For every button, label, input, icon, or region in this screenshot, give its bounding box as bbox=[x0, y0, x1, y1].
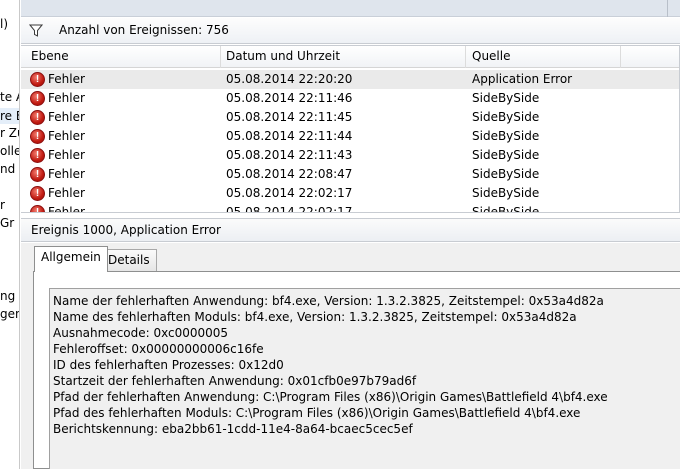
event-datetime: 05.08.2014 22:11:46 bbox=[226, 91, 353, 105]
event-row[interactable]: ! Fehler 05.08.2014 22:02:17 SideBySide bbox=[21, 203, 679, 213]
event-level: Fehler bbox=[48, 110, 85, 124]
column-divider[interactable] bbox=[220, 46, 221, 68]
event-source: Application Error bbox=[472, 72, 573, 86]
event-source: SideBySide bbox=[472, 110, 540, 124]
column-divider[interactable] bbox=[620, 46, 621, 68]
event-description-box[interactable]: Name der fehlerhaften Anwendung: bf4.exe… bbox=[49, 288, 680, 469]
tree-item[interactable]: gen bbox=[0, 306, 19, 322]
column-header-datetime[interactable]: Datum und Uhrzeit bbox=[226, 49, 340, 63]
event-level: Fehler bbox=[48, 186, 85, 200]
tree-item[interactable]: r Zu bbox=[0, 125, 19, 141]
error-icon: ! bbox=[30, 167, 45, 182]
event-level: Fehler bbox=[48, 167, 85, 181]
event-datetime: 05.08.2014 22:02:17 bbox=[226, 205, 353, 213]
event-level: Fehler bbox=[48, 129, 85, 143]
tree-item[interactable]: Gr bbox=[0, 215, 14, 231]
description-line: Name der fehlerhaften Anwendung: bf4.exe… bbox=[53, 294, 604, 308]
tree-item-selected[interactable]: re E bbox=[0, 108, 19, 124]
event-detail-body: Allgemein Details Name der fehlerhaften … bbox=[21, 243, 680, 469]
event-datetime: 05.08.2014 22:08:47 bbox=[226, 167, 353, 181]
description-line: Pfad des fehlerhaften Moduls: C:\Program… bbox=[53, 406, 581, 420]
event-detail-header: Ereignis 1000, Application Error bbox=[21, 218, 680, 242]
description-line: Startzeit der fehlerhaften Anwendung: 0x… bbox=[53, 374, 417, 388]
event-datetime: 05.08.2014 22:11:44 bbox=[226, 129, 353, 143]
navigation-tree-pane[interactable]: l) te A re E r Zu olle nd I r Gr ng gen bbox=[0, 0, 20, 469]
filter-icon[interactable] bbox=[29, 24, 43, 38]
tab-general[interactable]: Allgemein bbox=[34, 246, 108, 272]
event-source: SideBySide bbox=[472, 91, 540, 105]
error-icon: ! bbox=[30, 72, 45, 87]
event-row-selected[interactable]: ! Fehler 05.08.2014 22:20:20 Application… bbox=[21, 70, 679, 89]
event-source: SideBySide bbox=[472, 167, 540, 181]
event-source: SideBySide bbox=[472, 186, 540, 200]
event-source: SideBySide bbox=[472, 148, 540, 162]
description-line: Pfad der fehlerhaften Anwendung: C:\Prog… bbox=[53, 390, 608, 404]
event-datetime: 05.08.2014 22:11:45 bbox=[226, 110, 353, 124]
event-viewer-main-pane: Anzahl von Ereignissen: 756 Ebene Datum … bbox=[21, 0, 680, 469]
description-line: Name des fehlerhaften Moduls: bf4.exe, V… bbox=[53, 310, 577, 324]
column-divider[interactable] bbox=[465, 46, 466, 68]
error-icon: ! bbox=[30, 129, 45, 144]
error-icon: ! bbox=[30, 205, 45, 212]
event-count-label: Anzahl von Ereignissen: 756 bbox=[59, 23, 229, 37]
event-row[interactable]: ! Fehler 05.08.2014 22:11:46 SideBySide bbox=[21, 89, 679, 108]
description-line: Ausnahmecode: 0xc0000005 bbox=[53, 326, 229, 340]
tree-item[interactable]: te A bbox=[0, 89, 19, 105]
error-icon: ! bbox=[30, 110, 45, 125]
event-source: SideBySide bbox=[472, 129, 540, 143]
filter-bar: Anzahl von Ereignissen: 756 bbox=[21, 18, 680, 44]
column-header-row: Ebene Datum und Uhrzeit Quelle bbox=[21, 46, 679, 68]
event-datetime: 05.08.2014 22:11:43 bbox=[226, 148, 353, 162]
event-row[interactable]: ! Fehler 05.08.2014 22:11:44 SideBySide bbox=[21, 127, 679, 146]
events-list[interactable]: Ebene Datum und Uhrzeit Quelle ! Fehler … bbox=[21, 45, 680, 213]
event-level: Fehler bbox=[48, 91, 85, 105]
event-row[interactable]: ! Fehler 05.08.2014 22:08:47 SideBySide bbox=[21, 165, 679, 184]
tab-content-general: Name der fehlerhaften Anwendung: bf4.exe… bbox=[33, 271, 680, 469]
tree-item[interactable]: l) bbox=[0, 16, 8, 32]
column-header-level[interactable]: Ebene bbox=[31, 49, 69, 63]
event-row[interactable]: ! Fehler 05.08.2014 22:11:45 SideBySide bbox=[21, 108, 679, 127]
event-level: Fehler bbox=[48, 205, 85, 213]
tree-item[interactable]: nd I bbox=[0, 161, 19, 177]
event-row[interactable]: ! Fehler 05.08.2014 22:11:43 SideBySide bbox=[21, 146, 679, 165]
event-level: Fehler bbox=[48, 148, 85, 162]
tab-details[interactable]: Details bbox=[101, 249, 157, 271]
pane-title-strip bbox=[21, 0, 680, 17]
tree-item[interactable]: ng bbox=[0, 288, 15, 304]
column-header-source[interactable]: Quelle bbox=[472, 49, 510, 63]
event-source: SideBySide bbox=[472, 205, 540, 213]
tree-item[interactable]: olle bbox=[0, 143, 19, 159]
event-datetime: 05.08.2014 22:02:17 bbox=[226, 186, 353, 200]
error-icon: ! bbox=[30, 148, 45, 163]
event-level: Fehler bbox=[48, 72, 85, 86]
event-row[interactable]: ! Fehler 05.08.2014 22:02:17 SideBySide bbox=[21, 184, 679, 203]
description-line: Fehleroffset: 0x00000000006c16fe bbox=[53, 342, 264, 356]
event-datetime: 05.08.2014 22:20:20 bbox=[226, 72, 353, 86]
event-detail-title: Ereignis 1000, Application Error bbox=[31, 223, 221, 237]
description-line: Berichtskennung: eba2bb61-1cdd-11e4-8a64… bbox=[53, 422, 413, 436]
strip-divider bbox=[667, 0, 668, 17]
error-icon: ! bbox=[30, 91, 45, 106]
tree-item[interactable]: r bbox=[0, 197, 5, 213]
description-line: ID des fehlerhaften Prozesses: 0x12d0 bbox=[53, 358, 284, 372]
error-icon: ! bbox=[30, 186, 45, 201]
